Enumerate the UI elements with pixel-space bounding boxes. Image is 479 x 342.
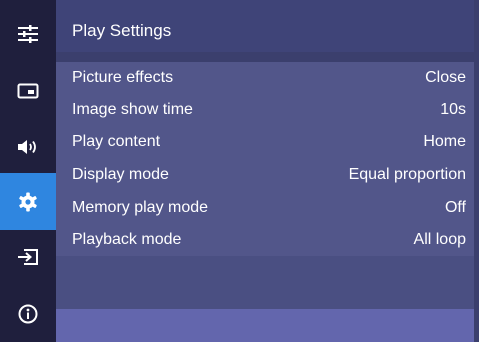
gear-icon [19, 192, 37, 211]
setting-row-display-mode[interactable]: Display mode Equal proportion [56, 159, 474, 191]
picture-icon [17, 83, 39, 98]
setting-label: Play content [72, 133, 161, 150]
setting-label: Memory play mode [72, 199, 209, 216]
setting-value: Home [423, 133, 466, 150]
info-icon [18, 304, 38, 323]
sidebar-item-info[interactable] [0, 285, 56, 342]
settings-panel: Play Settings Picture effects Close Imag… [56, 0, 479, 342]
footer-band [56, 309, 474, 342]
setting-value: Off [444, 199, 466, 216]
setting-value: Close [425, 69, 466, 86]
setting-value: Equal proportion [348, 166, 466, 183]
play-settings-screen: Play Settings Picture effects Close Imag… [0, 0, 479, 342]
sliders-icon [18, 24, 38, 43]
sidebar-item-input-source[interactable] [0, 228, 56, 285]
setting-label: Image show time [72, 101, 193, 118]
page-title: Play Settings [72, 21, 172, 40]
setting-row-picture-effects[interactable]: Picture effects Close [56, 62, 474, 94]
title-bar: Play Settings [56, 0, 474, 52]
speaker-icon [18, 139, 36, 154]
sidebar-item-adjustments[interactable] [0, 5, 56, 62]
setting-row-image-show-time[interactable]: Image show time 10s [56, 94, 474, 126]
sidebar-item-settings[interactable] [0, 173, 56, 230]
empty-band [56, 256, 474, 309]
setting-row-play-content[interactable]: Play content Home [56, 126, 474, 158]
input-source-icon [18, 248, 38, 265]
setting-value: 10s [440, 101, 466, 118]
setting-value: All loop [413, 231, 466, 248]
sidebar-item-picture[interactable] [0, 62, 56, 119]
setting-row-memory-play-mode[interactable]: Memory play mode Off [56, 192, 474, 224]
setting-label: Picture effects [72, 69, 174, 86]
setting-label: Playback mode [72, 231, 182, 248]
setting-row-playback-mode[interactable]: Playback mode All loop [56, 224, 474, 256]
sidebar-item-sound[interactable] [0, 118, 56, 175]
settings-list: Picture effects Close Image show time 10… [56, 62, 474, 256]
sidebar [0, 0, 56, 342]
setting-label: Display mode [72, 166, 169, 183]
